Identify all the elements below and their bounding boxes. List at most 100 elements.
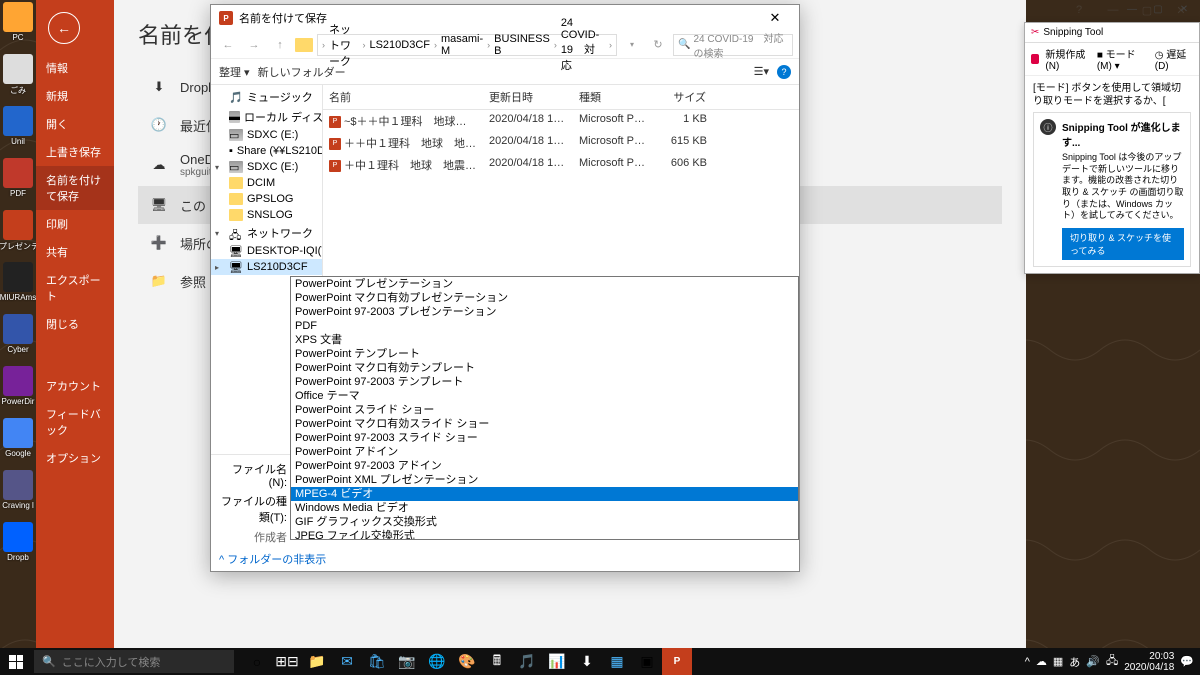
file-row[interactable]: P＋中１理科 地球 地震1-12020/04/18 12:11Microsoft… [323,154,799,176]
breadcrumb-seg[interactable]: masami-M [439,33,485,57]
backstage-menu-item[interactable]: フィードバック [36,400,114,444]
store-icon[interactable]: 🛍 [362,648,392,675]
filetype-option[interactable]: PowerPoint 97-2003 プレゼンテーション [291,305,798,319]
filetype-option[interactable]: PowerPoint 97-2003 スライド ショー [291,431,798,445]
taskbar-search[interactable]: 🔍 ここに入力して検索 [34,650,234,673]
tree-item[interactable]: ▸🖥LS210D3CF [211,259,322,275]
itunes-icon[interactable]: 🎵 [512,648,542,675]
nav-fwd-icon[interactable]: → [243,34,265,56]
app-icon[interactable]: 📷 [392,648,422,675]
app2-icon[interactable]: 🎨 [452,648,482,675]
filetype-option[interactable]: MPEG-4 ビデオ [291,487,798,501]
desktop-icon[interactable]: Dropb [0,522,36,566]
calc-icon[interactable]: 🖩 [482,648,512,675]
tray-notifications-icon[interactable]: 💬 [1180,655,1194,668]
task-view-icon[interactable]: ⊞⊟ [272,648,302,675]
snip-new-button[interactable]: 新規作成(N) [1045,46,1090,72]
filetype-option[interactable]: Windows Media ビデオ [291,501,798,515]
tree-item[interactable]: ▪Share (¥¥LS210D [211,143,322,159]
col-size[interactable]: サイズ [653,85,713,109]
organize-button[interactable]: 整理 ▾ [219,64,250,80]
desktop-icon[interactable]: PDF [0,158,36,202]
desktop-icon[interactable]: プレゼンテー [0,210,36,254]
app4-icon[interactable]: ▣ [632,648,662,675]
desktop-icon[interactable]: Google [0,418,36,462]
file-row[interactable]: P~$＋＋中１理科 地球 地震1-12020/04/18 19:53Micros… [323,110,799,132]
file-row[interactable]: P＋＋中１理科 地球 地震1-12020/04/18 19:57Microsof… [323,132,799,154]
desktop-icon[interactable]: PC [0,2,36,46]
close-icon[interactable]: ✕ [1174,4,1194,22]
hide-folders-toggle[interactable]: ^ フォルダーの非表示 [211,547,799,571]
mail-icon[interactable]: ✉ [332,648,362,675]
tray-clock[interactable]: 20:03 2020/04/18 [1124,651,1174,673]
tray-app-icon[interactable]: ▦ [1053,655,1063,668]
tree-item[interactable]: GPSLOG [211,191,322,207]
chevron-down-icon[interactable]: ▾ [621,34,643,56]
tray-ime-icon[interactable]: あ [1069,654,1080,670]
col-type[interactable]: 種類 [573,85,653,109]
close-icon[interactable]: ✕ [759,10,791,26]
filetype-option[interactable]: PowerPoint スライド ショー [291,403,798,417]
cortana-icon[interactable]: ○ [242,648,272,675]
desktop-icon[interactable]: ごみ [0,54,36,98]
col-date[interactable]: 更新日時 [483,85,573,109]
filetype-option[interactable]: PowerPoint プレゼンテーション [291,277,798,291]
office-icon[interactable]: 📊 [542,648,572,675]
powerpoint-taskbar-icon[interactable]: P [662,648,692,675]
explorer-icon[interactable]: 📁 [302,648,332,675]
tray-cloud-icon[interactable]: ☁ [1036,655,1047,668]
filetype-option[interactable]: PowerPoint マクロ有効テンプレート [291,361,798,375]
filetype-option[interactable]: PowerPoint 97-2003 アドイン [291,459,798,473]
view-icon[interactable]: ☰▾ [754,65,769,78]
backstage-menu-item[interactable]: アカウント [36,372,114,400]
filetype-dropdown[interactable]: PowerPoint プレゼンテーションPowerPoint マクロ有効プレゼン… [290,276,799,540]
desktop-icon[interactable]: MIURAms [0,262,36,306]
tray-network-icon[interactable]: 🖧 [1106,652,1118,671]
filetype-option[interactable]: Office テーマ [291,389,798,403]
tree-item[interactable]: 🎵ミュージック [211,87,322,107]
filetype-option[interactable]: PowerPoint 97-2003 テンプレート [291,375,798,389]
snip-mode-button[interactable]: ■ モード(M) ▾ [1097,46,1149,72]
filetype-option[interactable]: XPS 文書 [291,333,798,347]
tree-item[interactable]: 🖥DESKTOP-IQI(TR) [211,243,322,259]
backstage-menu-item[interactable]: 情報 [36,54,114,82]
breadcrumb[interactable]: › ネットワーク›LS210D3CF›masami-M›BUSINESS B›2… [317,34,617,56]
col-name[interactable]: 名前 [323,85,483,109]
dropbox-icon[interactable]: ⬇ [572,648,602,675]
backstage-menu-item[interactable]: 印刷 [36,210,114,238]
filetype-option[interactable]: PowerPoint テンプレート [291,347,798,361]
filetype-option[interactable]: PowerPoint マクロ有効プレゼンテーション [291,291,798,305]
breadcrumb-seg[interactable]: LS210D3CF [367,39,432,51]
tree-item[interactable]: SNSLOG [211,207,322,223]
filetype-option[interactable]: PowerPoint XML プレゼンテーション [291,473,798,487]
desktop-icon[interactable]: Cyber [0,314,36,358]
maximize-icon[interactable]: ▢ [1148,4,1168,22]
tray-chevron-icon[interactable]: ^ [1025,656,1030,668]
backstage-menu-item[interactable]: 共有 [36,238,114,266]
filetype-option[interactable]: PowerPoint マクロ有効スライド ショー [291,417,798,431]
tree-item[interactable]: ▾▭SDXC (E:) [211,159,322,175]
filetype-option[interactable]: PowerPoint アドイン [291,445,798,459]
search-input[interactable]: 24 COVID-19 対応の検索 [673,34,793,56]
tray-volume-icon[interactable]: 🔊 [1086,655,1100,668]
snip-delay-button[interactable]: ◷ 遅延(D) [1155,46,1193,72]
minimize-icon[interactable]: — [1122,4,1142,22]
tree-item[interactable]: ▬ローカル ディスク (C [211,107,322,127]
filetype-option[interactable]: GIF グラフィックス交換形式 [291,515,798,529]
tree-item[interactable]: DCIM [211,175,322,191]
help-icon[interactable]: ? [777,65,791,79]
nav-up-icon[interactable]: ↑ [269,34,291,56]
app3-icon[interactable]: ▦ [602,648,632,675]
try-snip-sketch-button[interactable]: 切り取り & スケッチを使ってみる [1062,228,1184,260]
tree-item[interactable]: ▭SDXC (E:) [211,127,322,143]
tree-item[interactable]: ▾🖧ネットワーク [211,223,322,243]
refresh-icon[interactable]: ↻ [647,34,669,56]
nav-back-icon[interactable]: ← [217,34,239,56]
desktop-icon[interactable]: Craving l [0,470,36,514]
start-button[interactable] [0,648,32,675]
filetype-option[interactable]: PDF [291,319,798,333]
backstage-menu-item[interactable]: エクスポート [36,266,114,310]
filetype-option[interactable]: JPEG ファイル交換形式 [291,529,798,540]
backstage-menu-item[interactable]: 新規 [36,82,114,110]
backstage-menu-item[interactable]: 開く [36,110,114,138]
